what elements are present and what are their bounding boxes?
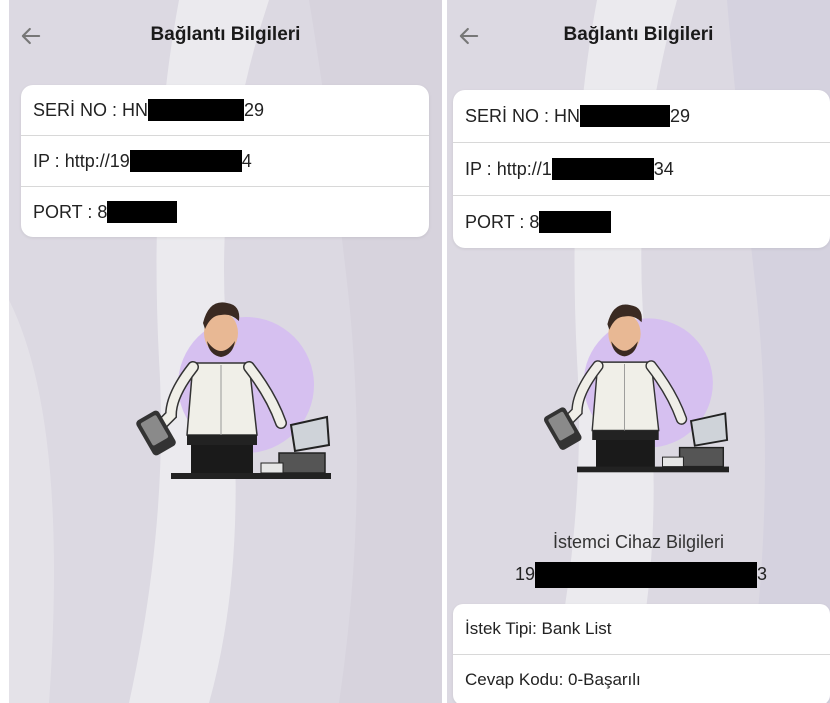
ip-prefix: http://19 — [64, 150, 130, 171]
serial-prefix: HN — [122, 99, 149, 120]
ip-suffix: 4 — [241, 150, 252, 171]
ip-suffix: 34 — [653, 158, 674, 179]
port-label: PORT : — [33, 201, 93, 222]
serial-number-row: SERİ NO : HN 29 — [453, 90, 830, 143]
page-title: Bağlantı Bilgileri — [563, 24, 714, 45]
redaction-bar — [580, 105, 671, 127]
serial-label: SERİ NO : — [465, 105, 550, 126]
port-row: PORT : 8 — [21, 187, 429, 237]
redaction-bar — [551, 158, 654, 180]
redaction-bar — [148, 99, 245, 121]
left-screen: Bağlantı Bilgileri SERİ NO : HN 29 IP : h… — [9, 0, 442, 703]
connection-info-card: SERİ NO : HN 29 IP : http://19 4 PORT : 8 — [21, 85, 429, 237]
redaction-bar — [129, 150, 242, 172]
request-type-value: Bank List — [541, 619, 612, 638]
serial-label: SERİ NO : — [33, 99, 118, 120]
ip-label: IP : — [33, 150, 60, 171]
redaction-bar — [535, 562, 758, 588]
response-code-row: Cevap Kodu: 0-Başarılı — [453, 655, 830, 703]
port-label: PORT : — [465, 211, 525, 232]
page-title: Bağlantı Bilgileri — [150, 24, 301, 45]
response-code-value: 0-Başarılı — [568, 670, 641, 689]
port-prefix: 8 — [529, 211, 540, 232]
port-prefix: 8 — [97, 201, 108, 222]
cashier-illustration — [543, 304, 729, 473]
request-type-row: İstek Tipi: Bank List — [453, 604, 830, 655]
port-row: PORT : 8 — [453, 196, 830, 248]
ip-row: IP : http://1 34 — [453, 143, 830, 196]
app-header: Bağlantı Bilgileri — [9, 0, 442, 75]
redaction-bar — [539, 211, 612, 233]
response-code-label: Cevap Kodu: — [465, 670, 564, 689]
client-prefix: 19 — [515, 563, 536, 584]
serial-prefix: HN — [554, 105, 581, 126]
redaction-bar — [107, 201, 178, 223]
client-device-value: 19 3 — [515, 562, 767, 588]
ip-label: IP : — [465, 158, 492, 179]
request-type-label: İstek Tipi: — [465, 619, 537, 638]
app-header: Bağlantı Bilgileri — [447, 0, 830, 75]
request-info-card: İstek Tipi: Bank List Cevap Kodu: 0-Başa… — [453, 604, 830, 703]
ip-prefix: http://1 — [496, 158, 552, 179]
ip-row: IP : http://19 4 — [21, 136, 429, 187]
serial-suffix: 29 — [244, 99, 265, 120]
client-suffix: 3 — [757, 563, 768, 584]
connection-info-card: SERİ NO : HN 29 IP : http://1 34 PORT : 8 — [453, 90, 830, 248]
serial-suffix: 29 — [670, 105, 691, 126]
serial-number-row: SERİ NO : HN 29 — [21, 85, 429, 136]
cashier-illustration — [136, 302, 331, 479]
right-screen: Bağlantı Bilgileri SERİ NO : HN 29 IP : h… — [447, 0, 830, 703]
client-device-title: İstemci Cihaz Bilgileri — [552, 532, 725, 552]
